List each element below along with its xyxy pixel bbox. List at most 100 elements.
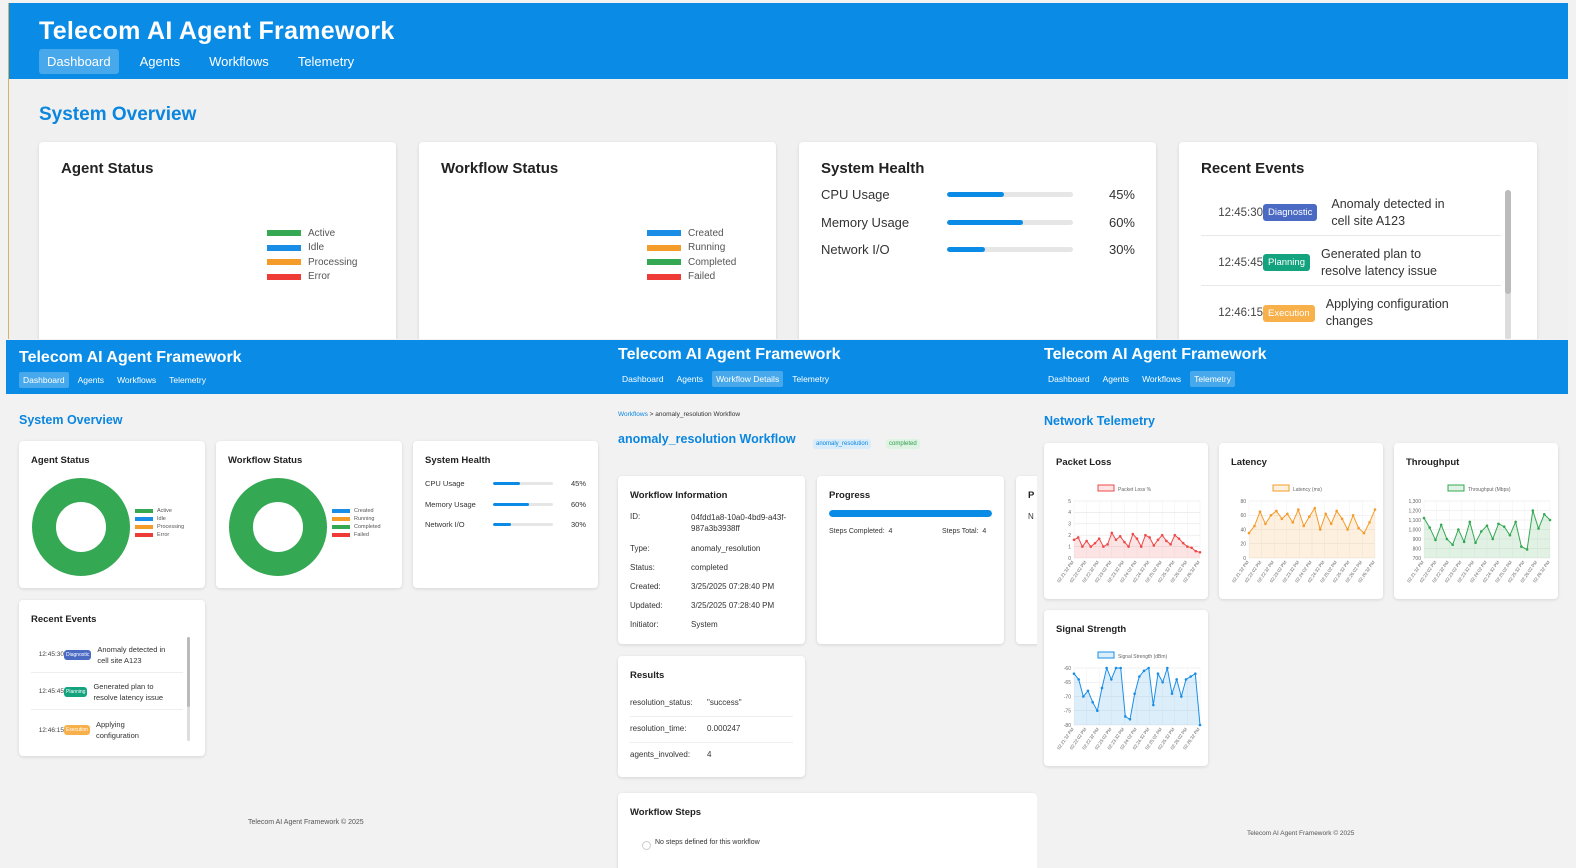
nav-workflows[interactable]: Workflows (201, 49, 277, 74)
data-point (1186, 545, 1189, 548)
event-type-badge: Execution (1263, 304, 1315, 322)
data-point (1445, 537, 1449, 541)
workflow-status-legend: Created Running Completed Failed (647, 226, 736, 284)
donut-segment-completed (229, 478, 327, 576)
nav-agents[interactable]: Agents (74, 372, 108, 388)
nav-agents[interactable]: Agents (1099, 371, 1133, 387)
info-label: Created: (630, 582, 661, 591)
data-point (1156, 672, 1160, 675)
event-item[interactable]: 12:45:45 Planning Generated plan to resol… (1201, 240, 1501, 286)
nav-telemetry[interactable]: Telemetry (290, 49, 362, 74)
nav-agents[interactable]: Agents (673, 371, 707, 387)
card-title: Packet Loss (1056, 457, 1112, 468)
data-point (1525, 548, 1529, 551)
legend-item-running: Running (647, 241, 736, 256)
event-type-badge: Execution (64, 725, 90, 735)
event-text: Generated plan to resolve latency issue (93, 681, 164, 702)
workflow-details-panel: Telecom AI Agent Framework Dashboard Age… (610, 340, 1037, 868)
event-text: Generated plan to resolve latency issue (1320, 246, 1438, 278)
latency-line-chart: Latency (ms)02040608002:21:32 PM02:22:02… (1231, 484, 1377, 583)
legend-swatch (1097, 484, 1115, 492)
nav-telemetry[interactable]: Telemetry (788, 371, 833, 387)
data-point (1127, 545, 1130, 548)
system-health-card: System Health CPU Usage 45% Memory Usage… (799, 142, 1156, 339)
event-item[interactable]: 12:45:45 Planning Generated plan to resol… (31, 674, 183, 710)
series-area (1249, 508, 1375, 558)
data-point (1531, 509, 1535, 512)
info-value-status: completed (691, 563, 728, 572)
data-point (1169, 543, 1172, 546)
agent-status-card: Agent Status Active Idle Processing Erro… (19, 441, 205, 588)
metric-value: 60% (1108, 215, 1135, 230)
card-title: Workflow Status (441, 160, 559, 177)
nav-dashboard[interactable]: Dashboard (19, 372, 69, 388)
legend-item-failed: Failed (647, 270, 736, 285)
data-point (1428, 526, 1432, 529)
app-header: Telecom AI Agent Framework Dashboard Age… (6, 340, 610, 394)
y-tick-label: 5 (1068, 499, 1071, 505)
events-scrollbar[interactable] (1505, 190, 1511, 339)
dashboard-panel: Telecom AI Agent Framework Dashboard Age… (6, 340, 610, 868)
legend-item-created: Created (332, 507, 381, 515)
result-row: resolution_time: 0.000247 (630, 718, 793, 743)
y-tick-label: 40 (1240, 527, 1246, 533)
data-point (1076, 536, 1080, 539)
data-point (1297, 508, 1300, 511)
y-tick-label: -70 (1064, 694, 1071, 700)
info-label: Updated: (630, 601, 663, 610)
page-title: System Overview (39, 104, 197, 125)
nav-workflow-details[interactable]: Workflow Details (712, 371, 784, 387)
data-point (1123, 540, 1126, 544)
data-point (1247, 531, 1251, 535)
data-point (1110, 531, 1114, 535)
events-scrollbar[interactable] (187, 637, 190, 741)
breadcrumb-workflows-link[interactable]: Workflows (618, 411, 648, 418)
nav-dashboard[interactable]: Dashboard (39, 49, 119, 74)
data-point (1190, 546, 1193, 550)
y-tick-label: 1,300 (1408, 499, 1421, 505)
y-tick-label: -65 (1064, 680, 1071, 686)
nav-telemetry[interactable]: Telemetry (1190, 371, 1235, 387)
event-item[interactable]: 12:46:15 Execution Applying configuratio… (1201, 290, 1501, 336)
data-point (1085, 539, 1088, 543)
legend-item-created: Created (647, 226, 736, 241)
packet-loss-card: Packet Loss Packet Loss % 0 1 2 3 4 5 02:21:32 … (1044, 443, 1208, 599)
app-header: Telecom AI Agent Framework Dashboard Age… (1037, 340, 1568, 394)
app-title: Telecom AI Agent Framework (1044, 346, 1267, 363)
health-metric-memory: Memory Usage 60% (425, 500, 586, 509)
y-tick-label: -60 (1064, 666, 1071, 672)
event-item[interactable]: 12:46:15 Execution Applying configuration (31, 712, 183, 748)
agent-status-donut-chart (32, 478, 130, 576)
metric-bar (493, 482, 553, 485)
data-point (1093, 541, 1097, 545)
legend-item-error: Error (267, 270, 357, 285)
nav-dashboard[interactable]: Dashboard (1044, 371, 1094, 387)
card-title: Workflow Information (630, 490, 728, 501)
data-point (1275, 509, 1278, 513)
workflow-status-card: Workflow Status Created Running Complete… (216, 441, 402, 588)
data-point (1181, 541, 1185, 545)
legend-label: Signal Strength (dBm) (1118, 654, 1168, 660)
data-point (1313, 506, 1317, 510)
data-point (1180, 695, 1183, 698)
no-steps-message: No steps defined for this workflow (655, 839, 760, 846)
legend-swatch (1097, 651, 1115, 659)
data-point (1102, 545, 1105, 548)
nav-agents[interactable]: Agents (132, 49, 188, 74)
data-point (1128, 718, 1132, 721)
nav-workflows[interactable]: Workflows (113, 372, 160, 388)
y-tick-label: 80 (1240, 499, 1246, 505)
event-item[interactable]: 12:45:30 Diagnostic Anomaly detected in c… (1201, 190, 1501, 236)
nav-workflows[interactable]: Workflows (1138, 371, 1185, 387)
data-point (1142, 669, 1146, 673)
nav-dashboard[interactable]: Dashboard (618, 371, 668, 387)
data-point (1198, 551, 1202, 554)
metric-label: Network I/O (821, 242, 890, 257)
data-point (1373, 508, 1377, 511)
info-value-initiator: System (691, 620, 718, 629)
event-item[interactable]: 12:45:30 Diagnostic Anomaly detected in c… (31, 637, 183, 673)
legend-item-processing: Processing (135, 523, 184, 531)
nav-telemetry[interactable]: Telemetry (165, 372, 210, 388)
health-metric-memory: Memory Usage 60% (821, 215, 1135, 230)
y-tick-label: 900 (1413, 537, 1422, 543)
